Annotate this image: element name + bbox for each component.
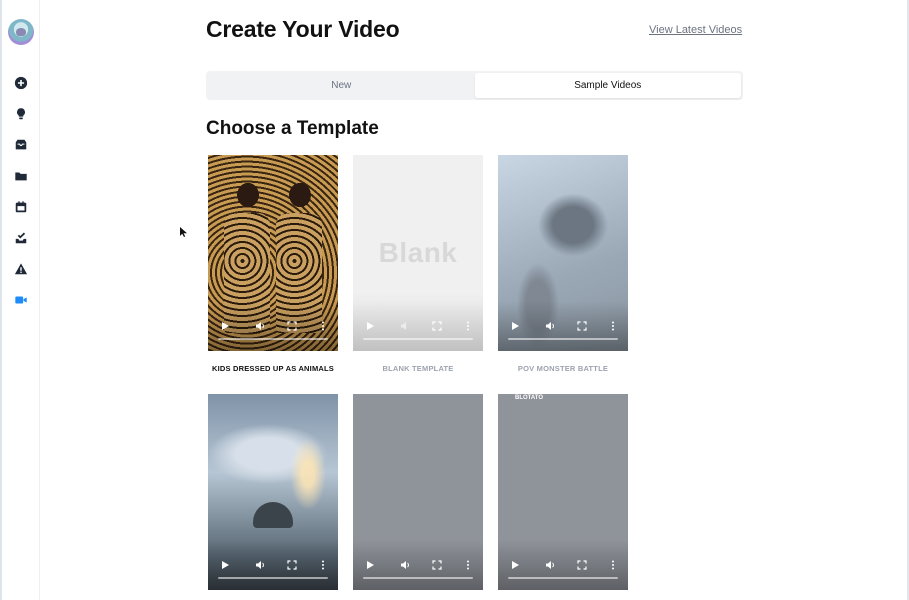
fullscreen-icon[interactable] xyxy=(287,321,297,331)
volume-icon[interactable] xyxy=(545,321,555,331)
play-icon[interactable] xyxy=(220,560,230,570)
video-progress-bar[interactable] xyxy=(218,338,328,340)
app-window: Create Your Video View Latest Videos New… xyxy=(0,0,909,600)
sidebar-item-videos[interactable] xyxy=(2,290,40,310)
video-controls xyxy=(498,301,628,351)
blank-thumbnail-text: Blank xyxy=(378,237,458,268)
view-latest-videos-link[interactable]: View Latest Videos xyxy=(649,24,742,36)
play-icon[interactable] xyxy=(510,321,520,331)
more-icon[interactable] xyxy=(608,560,618,570)
fullscreen-icon[interactable] xyxy=(287,560,297,570)
sidebar-item-calendar[interactable] xyxy=(2,197,40,217)
more-icon[interactable] xyxy=(463,560,473,570)
play-icon[interactable] xyxy=(365,560,375,570)
sidebar xyxy=(2,0,40,600)
more-icon[interactable] xyxy=(318,321,328,331)
volume-icon[interactable] xyxy=(255,560,265,570)
volume-icon[interactable] xyxy=(400,321,410,331)
tab-new[interactable]: New xyxy=(208,73,475,98)
video-controls xyxy=(353,540,483,590)
video-controls xyxy=(353,301,483,351)
fullscreen-icon[interactable] xyxy=(432,321,442,331)
mouse-cursor-icon xyxy=(180,227,187,237)
template-caption: KIDS DRESSED UP AS ANIMALS xyxy=(211,364,335,373)
section-title: Choose a Template xyxy=(206,118,379,139)
template-card-blank[interactable]: Blank xyxy=(353,155,483,351)
video-progress-bar[interactable] xyxy=(363,338,473,340)
volume-icon[interactable] xyxy=(255,321,265,331)
fullscreen-icon[interactable] xyxy=(577,321,587,331)
mode-tabs: New Sample Videos xyxy=(206,71,743,100)
sidebar-item-files[interactable] xyxy=(2,166,40,186)
video-progress-bar[interactable] xyxy=(363,577,473,579)
avatar[interactable] xyxy=(8,19,34,45)
fullscreen-icon[interactable] xyxy=(577,560,587,570)
template-card-storm[interactable] xyxy=(208,394,338,590)
volume-icon[interactable] xyxy=(400,560,410,570)
sidebar-item-alerts[interactable] xyxy=(2,259,40,279)
template-card-kids[interactable] xyxy=(208,155,338,351)
warning-icon xyxy=(14,263,28,275)
tab-sample-videos[interactable]: Sample Videos xyxy=(474,73,741,98)
more-icon[interactable] xyxy=(608,321,618,331)
sidebar-item-create[interactable] xyxy=(2,73,40,93)
calendar-icon xyxy=(15,201,27,213)
add-circle-icon xyxy=(14,76,28,90)
folder-icon xyxy=(15,172,27,181)
template-card-gray-2[interactable]: BLOTATO xyxy=(498,394,628,590)
template-card-gray-1[interactable] xyxy=(353,394,483,590)
sidebar-item-ideas[interactable] xyxy=(2,104,40,124)
template-caption: POV MONSTER BATTLE xyxy=(517,364,609,373)
play-icon[interactable] xyxy=(220,321,230,331)
lightbulb-icon xyxy=(17,108,25,120)
inbox-icon xyxy=(15,139,27,150)
fullscreen-icon[interactable] xyxy=(432,560,442,570)
sidebar-item-published[interactable] xyxy=(2,228,40,248)
play-icon[interactable] xyxy=(510,560,520,570)
sidebar-item-inbox[interactable] xyxy=(2,135,40,155)
video-camera-icon xyxy=(15,296,27,304)
video-progress-bar[interactable] xyxy=(508,338,618,340)
video-controls xyxy=(498,540,628,590)
video-controls xyxy=(208,540,338,590)
template-caption: BLANK TEMPLATE xyxy=(382,364,454,373)
video-controls xyxy=(208,301,338,351)
more-icon[interactable] xyxy=(463,321,473,331)
video-progress-bar[interactable] xyxy=(508,577,618,579)
play-icon[interactable] xyxy=(365,321,375,331)
video-progress-bar[interactable] xyxy=(218,577,328,579)
template-card-monster[interactable] xyxy=(498,155,628,351)
volume-icon[interactable] xyxy=(545,560,555,570)
more-icon[interactable] xyxy=(318,560,328,570)
tray-check-icon xyxy=(15,232,27,244)
video-overlay-text: BLOTATO xyxy=(515,395,543,401)
page-title: Create Your Video xyxy=(206,16,400,42)
